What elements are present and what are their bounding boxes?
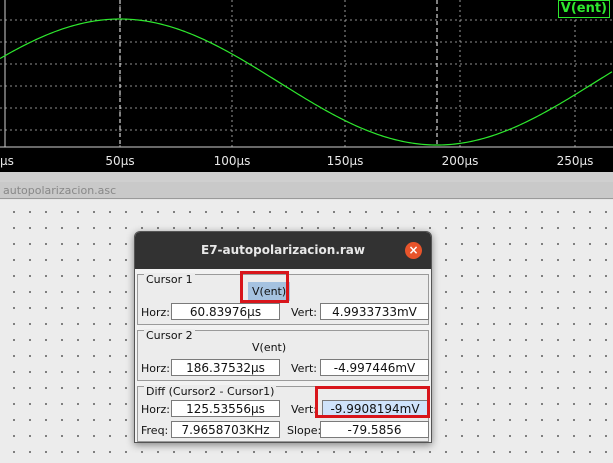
cursor2-label: Cursor 2 (144, 329, 195, 342)
trace-v-ent (0, 18, 613, 146)
cursor2-vert-label: Vert: (291, 362, 317, 375)
trace-label-v-ent[interactable]: V(ent) (557, 0, 610, 18)
cursor2-horz-field[interactable]: 186.37532µs (171, 359, 280, 376)
cursor1-vert-field[interactable]: 4.9933733mV (320, 303, 429, 320)
cursor2-horz-label: Horz: (141, 362, 171, 375)
cursor2-vert-field[interactable]: -4.997446mV (320, 359, 429, 376)
dialog-titlebar[interactable]: E7-autopolarizacion.raw × (135, 232, 431, 269)
cursor2-trace[interactable]: V(ent) (252, 341, 286, 354)
cursor1-horz-field[interactable]: 60.83976µs (171, 303, 280, 320)
x-axis-ticks: µs 50µs 100µs 150µs 200µs 250µs (0, 154, 593, 168)
diff-slope-field[interactable]: -79.5856 (320, 421, 429, 438)
close-icon[interactable]: × (405, 242, 422, 259)
highlight-diff-vert (315, 386, 430, 418)
waveform-plot[interactable]: µs 50µs 100µs 150µs 200µs 250µs (0, 0, 613, 172)
waveform-pane[interactable]: µs 50µs 100µs 150µs 200µs 250µs V(ent) (0, 0, 613, 172)
x-tick-label: 200µs (442, 154, 479, 168)
x-tick-label: 150µs (327, 154, 364, 168)
cursor1-vert-label: Vert: (291, 306, 317, 319)
cursor1-label: Cursor 1 (144, 273, 195, 286)
x-tick-label: µs (0, 154, 14, 168)
diff-label: Diff (Cursor2 - Cursor1) (144, 385, 277, 398)
diff-freq-field[interactable]: 7.9658703KHz (171, 421, 280, 438)
x-tick-label: 250µs (557, 154, 594, 168)
diff-freq-label: Freq: (141, 424, 169, 437)
schematic-window-title: autopolarizacion.asc (0, 182, 613, 199)
highlight-cursor1-trace (240, 271, 289, 303)
x-tick-label: 50µs (105, 154, 134, 168)
diff-slope-label: Slope: (287, 424, 322, 437)
diff-horz-field[interactable]: 125.53556µs (171, 400, 280, 417)
dialog-title: E7-autopolarizacion.raw (201, 243, 365, 257)
diff-horz-label: Horz: (141, 403, 171, 416)
x-tick-label: 100µs (214, 154, 251, 168)
cursor1-horz-label: Horz: (141, 306, 171, 319)
cursor2-group: Cursor 2 V(ent) Horz: 186.37532µs Vert: … (137, 329, 429, 381)
diff-vert-label: Vert: (291, 403, 317, 416)
